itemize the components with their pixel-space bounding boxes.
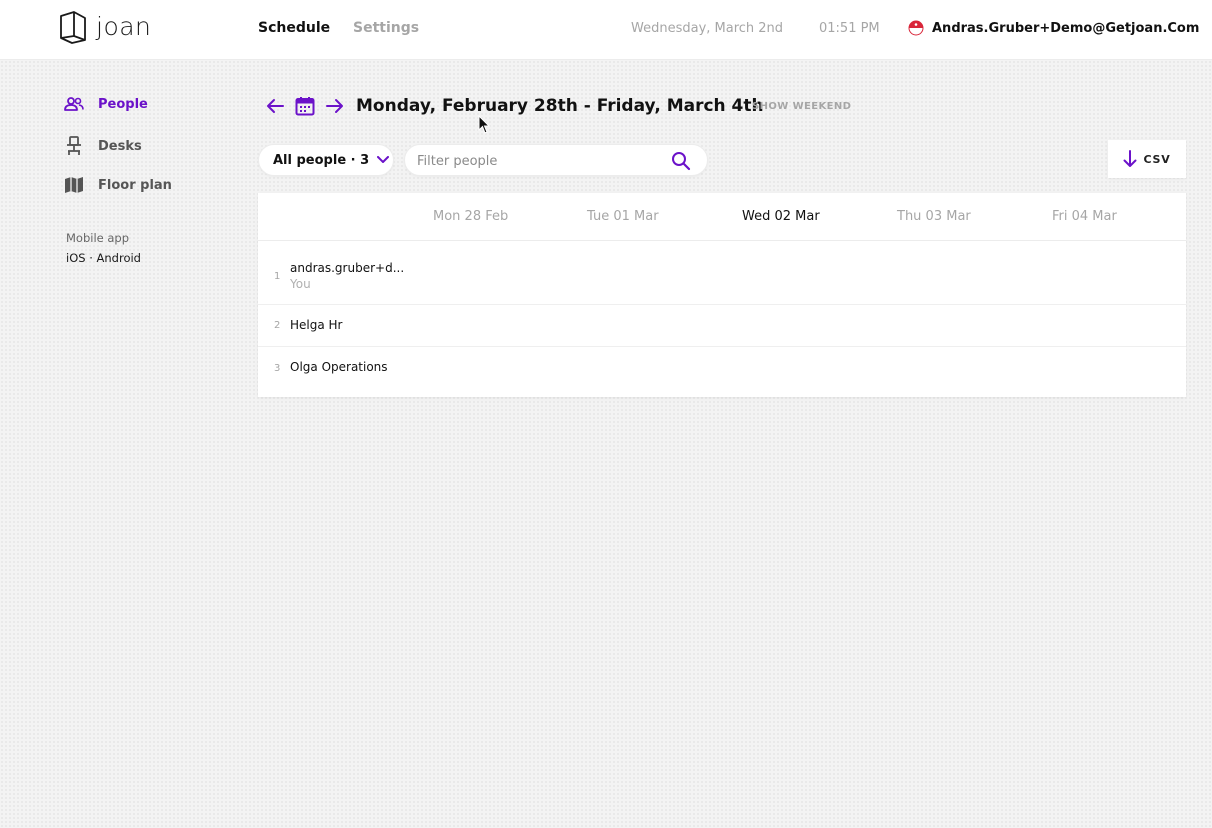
tab-settings[interactable]: Settings	[353, 20, 419, 36]
day-header-wed: Wed 02 Mar	[742, 209, 820, 224]
schedule-table: Mon 28 Feb Tue 01 Mar Wed 02 Mar Thu 03 …	[258, 193, 1186, 397]
sidebar-item-desks[interactable]: Desks	[64, 136, 142, 156]
table-row[interactable]: 2 Helga Hr	[258, 305, 1186, 347]
current-time: 01:51 PM	[819, 21, 880, 36]
search-icon[interactable]	[671, 151, 691, 171]
next-week-button[interactable]	[324, 95, 346, 117]
sidebar-item-floor-plan[interactable]: Floor plan	[64, 176, 172, 194]
people-filter-dropdown[interactable]: All people · 3	[258, 144, 394, 176]
people-search-box	[404, 144, 708, 176]
show-weekend-toggle[interactable]: SHOW WEEKEND	[752, 101, 851, 112]
desk-chair-icon	[67, 136, 81, 155]
user-menu[interactable]: Andras.Gruber+Demo@Getjoan.Com	[908, 20, 1199, 36]
row-index: 1	[274, 271, 281, 282]
person-name: andras.gruber+d...	[290, 261, 405, 275]
logo-text: joan	[96, 11, 152, 41]
user-email: Andras.Gruber+Demo@Getjoan.Com	[932, 20, 1200, 36]
date-navigation	[264, 95, 346, 117]
arrow-right-icon	[326, 99, 343, 113]
export-csv-button[interactable]: CSV	[1108, 140, 1186, 178]
arrow-down-icon	[1123, 150, 1137, 167]
table-row[interactable]: 3 Olga Operations	[258, 347, 1186, 397]
mobile-app-links[interactable]: iOS · Android	[66, 251, 141, 265]
calendar-icon	[295, 97, 315, 116]
sidebar-item-label: Floor plan	[98, 177, 172, 193]
current-date: Wednesday, March 2nd	[631, 21, 784, 36]
sidebar-item-people[interactable]: People	[64, 96, 148, 112]
people-icon	[64, 97, 84, 111]
people-filter-label: All people · 3	[273, 152, 370, 168]
arrow-left-icon	[267, 99, 284, 113]
schedule-header: Mon 28 Feb Tue 01 Mar Wed 02 Mar Thu 03 …	[258, 193, 1186, 241]
day-header-thu: Thu 03 Mar	[897, 209, 971, 224]
previous-week-button[interactable]	[264, 95, 286, 117]
row-index: 2	[274, 320, 281, 331]
person-name: Olga Operations	[290, 360, 388, 374]
sidebar-item-label: Desks	[98, 138, 142, 154]
mouse-cursor-icon	[478, 115, 491, 134]
people-search-input[interactable]	[417, 151, 657, 171]
joan-logo-icon	[60, 11, 86, 44]
person-name: Helga Hr	[290, 318, 343, 332]
day-header-fri: Fri 04 Mar	[1052, 209, 1117, 224]
person-subtitle: You	[290, 277, 311, 291]
top-header: joan Schedule Settings Wednesday, March …	[0, 0, 1212, 60]
joan-logo[interactable]: joan	[58, 10, 151, 44]
map-icon	[65, 177, 83, 193]
calendar-picker-button[interactable]	[294, 95, 316, 117]
mobile-app-label: Mobile app	[66, 231, 130, 245]
row-index: 3	[274, 363, 281, 374]
date-range-title: Monday, February 28th - Friday, March 4t…	[356, 96, 764, 116]
chevron-down-icon	[377, 156, 390, 163]
tab-schedule[interactable]: Schedule	[258, 20, 330, 36]
sidebar-item-label: People	[98, 96, 148, 112]
table-row[interactable]: 1 andras.gruber+d... You	[258, 241, 1186, 305]
day-header-tue: Tue 01 Mar	[587, 209, 659, 224]
flag-avatar-icon	[908, 20, 924, 36]
export-csv-label: CSV	[1143, 152, 1171, 166]
day-header-mon: Mon 28 Feb	[433, 209, 509, 224]
